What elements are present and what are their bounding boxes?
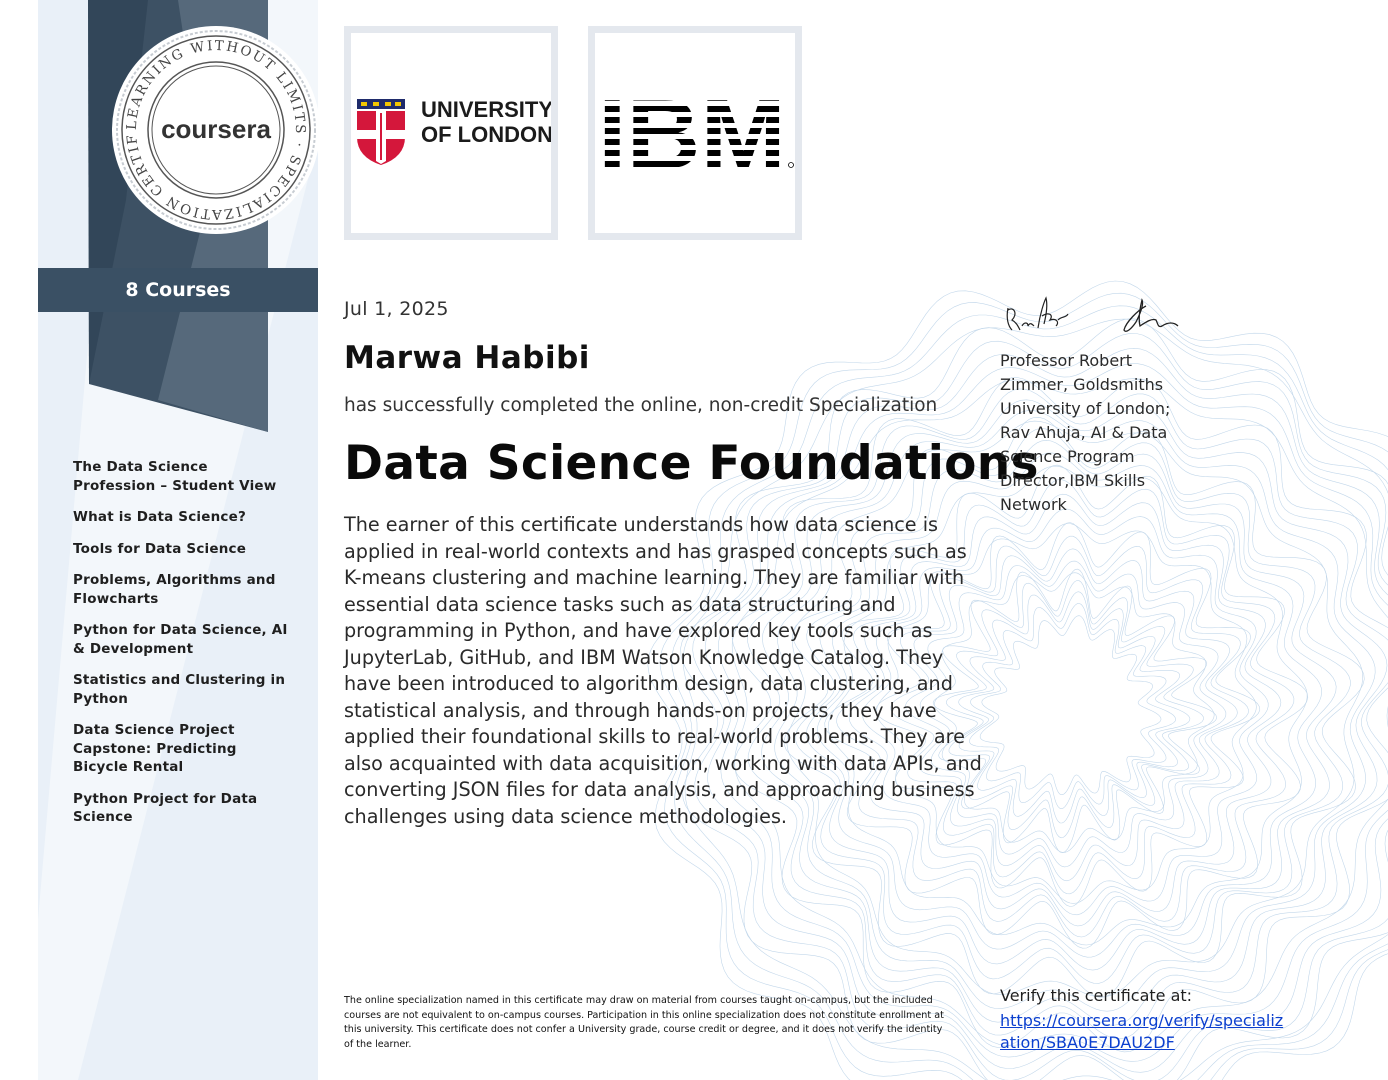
svg-text:OF LONDON: OF LONDON: [421, 122, 551, 147]
course-item: Statistics and Clustering in Python: [73, 672, 286, 707]
guilloche-ring: [969, 603, 1177, 810]
issue-date: Jul 1, 2025: [344, 298, 449, 320]
verify-label: Verify this certificate at:: [1000, 986, 1193, 1005]
crest-icon: [357, 99, 405, 165]
completion-statement: has successfully completed the online, n…: [344, 395, 938, 416]
guilloche-ring: [945, 580, 1204, 839]
specialization-description: The earner of this certificate understan…: [344, 513, 982, 828]
ibm-logo-box: IBM: [588, 26, 802, 240]
course-item: Python Project for Data Science: [73, 790, 258, 826]
svg-text:UNIVERSITY: UNIVERSITY: [421, 97, 551, 122]
course-list: The Data Science Profession – Student Vi…: [73, 458, 288, 840]
signatories: Professor Robert Zimmer, Goldsmiths Univ…: [1000, 351, 1171, 514]
specialization-title: Data Science Foundations: [344, 436, 1039, 491]
course-item: Python for Data Science, AI & Developmen…: [73, 622, 288, 657]
course-item: Tools for Data Science: [73, 540, 247, 557]
signature-robert-zimmer: [1006, 296, 1069, 331]
ibm-wordmark: IBM: [598, 79, 786, 189]
university-of-london-logo: UNIVERSITY OF LONDON: [357, 97, 553, 165]
verify-link[interactable]: https://coursera.org/verify/specializati…: [1000, 1010, 1290, 1054]
sidebar: LEARNING WITHOUT LIMITS · SPECIALIZATION…: [38, 0, 318, 1080]
signature-rav-ahuja: [1123, 298, 1179, 332]
coursera-seal-badge: LEARNING WITHOUT LIMITS · SPECIALIZATION…: [110, 24, 318, 234]
ibm-logo: IBM: [598, 79, 794, 189]
coursera-wordmark: coursera: [161, 114, 271, 144]
guilloche-ring: [979, 615, 1162, 795]
signatures: [1006, 296, 1179, 332]
course-item: What is Data Science?: [73, 509, 247, 525]
guilloche-ring: [958, 591, 1191, 824]
disclaimer: The online specialization named in this …: [344, 995, 944, 1050]
course-count-banner: 8 Courses: [38, 268, 318, 312]
course-item: Data Science Project Capstone: Predictin…: [73, 722, 237, 775]
recipient-name: Marwa Habibi: [344, 340, 590, 376]
course-item: Problems, Algorithms and Flowcharts: [73, 572, 276, 607]
course-item: The Data Science Profession – Student Vi…: [73, 459, 277, 494]
university-of-london-logo-box: UNIVERSITY OF LONDON: [344, 26, 558, 240]
